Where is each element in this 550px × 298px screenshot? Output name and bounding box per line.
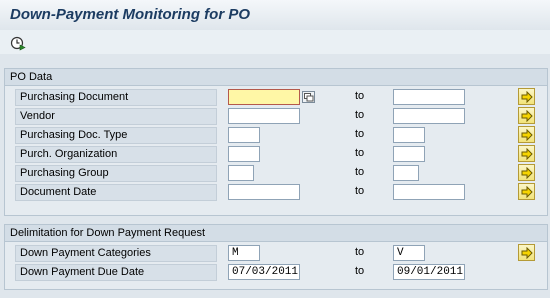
multiple-selection-button[interactable]	[518, 88, 535, 105]
purch-organization-to-input[interactable]	[393, 146, 425, 162]
multiple-selection-button[interactable]	[518, 126, 535, 143]
document-date-row: Document Date to	[5, 183, 547, 203]
purchasing-doc-type-label: Purchasing Doc. Type	[15, 127, 217, 144]
multiple-selection-button[interactable]	[518, 164, 535, 181]
application-toolbar	[0, 30, 550, 54]
purchasing-group-to-input[interactable]	[393, 165, 419, 181]
to-label: to	[355, 90, 365, 102]
delimitation-group-title: Delimitation for Down Payment Request	[5, 225, 547, 242]
purch-organization-label: Purch. Organization	[15, 146, 217, 163]
vendor-row: Vendor to	[5, 107, 547, 127]
to-label: to	[355, 166, 365, 178]
purchasing-document-label: Purchasing Document	[15, 89, 217, 106]
multiple-selection-button[interactable]	[518, 244, 535, 261]
down-payment-categories-label: Down Payment Categories	[15, 245, 217, 262]
vendor-to-input[interactable]	[393, 108, 465, 124]
page-title: Down-Payment Monitoring for PO	[10, 6, 250, 23]
purchasing-document-from-input[interactable]	[228, 89, 300, 105]
purchasing-group-row: Purchasing Group to	[5, 164, 547, 184]
down-payment-categories-from-input[interactable]: M	[228, 245, 260, 261]
down-payment-due-date-label: Down Payment Due Date	[15, 264, 217, 281]
to-label: to	[355, 147, 365, 159]
po-data-group: PO Data Purchasing Document to Vendor to…	[4, 68, 548, 216]
purch-organization-row: Purch. Organization to	[5, 145, 547, 165]
down-payment-categories-row: Down Payment Categories M to V	[5, 244, 547, 264]
down-payment-due-date-to-input[interactable]: 09/01/2011	[393, 264, 465, 280]
down-payment-categories-to-input[interactable]: V	[393, 245, 425, 261]
vendor-from-input[interactable]	[228, 108, 300, 124]
to-label: to	[355, 128, 365, 140]
multiple-selection-button[interactable]	[518, 183, 535, 200]
to-label: to	[355, 265, 365, 277]
to-label: to	[355, 246, 365, 258]
multiple-selection-button[interactable]	[518, 145, 535, 162]
down-payment-due-date-from-input[interactable]: 07/03/2011	[228, 264, 300, 280]
multiple-selection-button[interactable]	[518, 107, 535, 124]
purchasing-document-to-input[interactable]	[393, 89, 465, 105]
document-date-from-input[interactable]	[228, 184, 300, 200]
purch-organization-from-input[interactable]	[228, 146, 260, 162]
execute-clock-icon[interactable]	[10, 35, 26, 51]
purchasing-doc-type-to-input[interactable]	[393, 127, 425, 143]
purchasing-doc-type-from-input[interactable]	[228, 127, 260, 143]
vendor-label: Vendor	[15, 108, 217, 125]
title-bar: Down-Payment Monitoring for PO	[0, 0, 550, 30]
value-help-icon[interactable]	[302, 91, 315, 103]
purchasing-document-row: Purchasing Document to	[5, 88, 547, 108]
document-date-to-input[interactable]	[393, 184, 465, 200]
purchasing-doc-type-row: Purchasing Doc. Type to	[5, 126, 547, 146]
down-payment-due-date-row: Down Payment Due Date 07/03/2011 to 09/0…	[5, 264, 547, 283]
document-date-label: Document Date	[15, 184, 217, 201]
purchasing-group-label: Purchasing Group	[15, 165, 217, 182]
purchasing-group-from-input[interactable]	[228, 165, 254, 181]
po-data-group-title: PO Data	[5, 69, 547, 86]
to-label: to	[355, 185, 365, 197]
delimitation-group: Delimitation for Down Payment Request Do…	[4, 224, 548, 290]
to-label: to	[355, 109, 365, 121]
